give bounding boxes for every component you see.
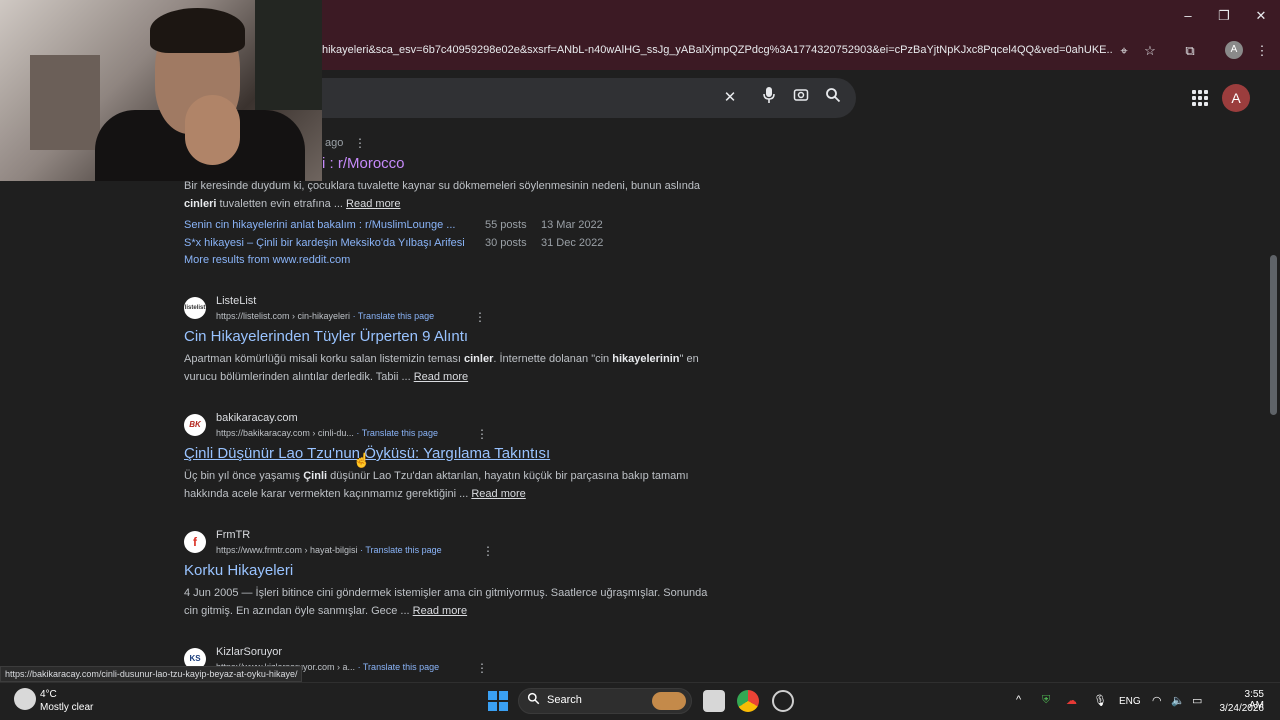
account-avatar[interactable]: A bbox=[1222, 84, 1250, 112]
result-title[interactable]: Cin Hikayelerinden Tüyler Ürperten 9 Alı… bbox=[184, 328, 468, 345]
bookmark-star-icon[interactable]: ☆ bbox=[1141, 42, 1159, 60]
translate-link[interactable]: · Translate this page bbox=[358, 662, 440, 672]
frmtr-favicon-icon: f bbox=[184, 531, 206, 553]
result-url-text: https://www.frmtr.com › hayat-bilgisi bbox=[216, 545, 358, 555]
result-title[interactable]: Korku Hikayeleri bbox=[184, 562, 293, 579]
security-tray-icon[interactable]: ⛨ bbox=[1042, 694, 1050, 707]
read-more-link[interactable]: Read more bbox=[346, 198, 400, 210]
result-options-icon[interactable]: ⋮ bbox=[354, 136, 366, 150]
address-url[interactable]: hikayeleri&sca_esv=6b7c40959298e02e&sxsr… bbox=[322, 44, 1112, 56]
result-options-icon[interactable]: ⋮ bbox=[476, 427, 488, 441]
read-more-link[interactable]: Read more bbox=[413, 605, 467, 617]
result-site-name[interactable]: FrmTR bbox=[216, 529, 250, 541]
clear-search-icon[interactable]: ✕ bbox=[719, 87, 741, 109]
location-icon[interactable]: ⌖ bbox=[1115, 42, 1133, 60]
cloud-tray-icon[interactable]: ☁ bbox=[1066, 694, 1077, 707]
more-results-link[interactable]: More results from www.reddit.com bbox=[184, 254, 350, 266]
bakikaracay-favicon-icon: BK bbox=[184, 414, 206, 436]
file-explorer-icon[interactable] bbox=[703, 690, 725, 712]
result-meta: ago bbox=[325, 137, 344, 149]
listelist-favicon-icon: listelist bbox=[184, 297, 206, 319]
result-title[interactable]: i : r/Morocco bbox=[322, 155, 405, 172]
restore-icon[interactable]: ❐ bbox=[1216, 8, 1232, 24]
result-site-name[interactable]: ListeList bbox=[216, 295, 256, 307]
sublink-posts: 55 posts bbox=[485, 219, 527, 231]
close-window-icon[interactable]: ✕ bbox=[1253, 8, 1269, 24]
voice-search-icon[interactable] bbox=[758, 86, 780, 108]
scrollbar-thumb[interactable] bbox=[1270, 255, 1277, 415]
battery-icon[interactable]: ▭ bbox=[1192, 694, 1202, 707]
weather-temperature[interactable]: 4°C bbox=[40, 689, 57, 700]
result-snippet: Bir keresinde duydum ki, çocuklara tuval… bbox=[184, 177, 724, 213]
minimize-icon[interactable]: – bbox=[1180, 8, 1196, 24]
sublink-muslimlounge[interactable]: Senin cin hikayelerini anlat bakalım : r… bbox=[184, 219, 455, 231]
search-highlight-icon bbox=[652, 692, 686, 710]
result-options-icon[interactable]: ⋮ bbox=[474, 310, 486, 324]
taskbar-search-icon bbox=[527, 692, 540, 708]
clock-date[interactable]: 3/24/2026 bbox=[1212, 703, 1265, 714]
result-snippet: Üç bin yıl önce yaşamış Çinli düşünür La… bbox=[184, 467, 724, 503]
obs-recording-icon[interactable] bbox=[772, 690, 794, 712]
browser-menu-icon[interactable]: ⋮ bbox=[1253, 42, 1271, 60]
windows-start-icon[interactable] bbox=[488, 691, 508, 711]
read-more-link[interactable]: Read more bbox=[414, 371, 468, 383]
chrome-icon[interactable] bbox=[737, 690, 759, 712]
read-more-link[interactable]: Read more bbox=[471, 488, 525, 500]
show-hidden-icons-icon[interactable]: ^ bbox=[1016, 694, 1021, 706]
result-site-name[interactable]: KizlarSoruyor bbox=[216, 646, 282, 658]
sublink-date: 31 Dec 2022 bbox=[541, 237, 604, 249]
weather-moon-icon[interactable] bbox=[14, 688, 36, 710]
snippet-text: Bir keresinde duydum ki, çocuklara tuval… bbox=[184, 180, 701, 210]
weather-description[interactable]: Mostly clear bbox=[40, 702, 93, 713]
result-url-text: https://bakikaracay.com › cinli-du... bbox=[216, 428, 354, 438]
translate-link[interactable]: · Translate this page bbox=[356, 428, 438, 438]
result-url-text: https://listelist.com › cin-hikayeleri bbox=[216, 311, 351, 321]
status-bar-url: https://bakikaracay.com/cinli-dusunur-la… bbox=[0, 666, 303, 682]
language-indicator[interactable]: ENG bbox=[1119, 696, 1141, 707]
image-search-icon[interactable] bbox=[790, 87, 812, 109]
browser-profile-avatar[interactable]: A bbox=[1225, 41, 1243, 59]
snippet-text: Üç bin yıl önce yaşamış Çinli düşünür La… bbox=[184, 470, 689, 500]
result-url[interactable]: https://listelist.com › cin-hikayeleri ·… bbox=[216, 311, 434, 321]
result-options-icon[interactable]: ⋮ bbox=[482, 544, 494, 558]
webcam-overlay bbox=[0, 0, 322, 181]
sublink-date: 13 Mar 2022 bbox=[541, 219, 603, 231]
result-snippet: Apartman kömürlüğü misali korku salan li… bbox=[184, 350, 724, 386]
result-snippet: 4 Jun 2005 — İşleri bitince cini gönderm… bbox=[184, 584, 724, 620]
result-site-name[interactable]: bakikaracay.com bbox=[216, 412, 298, 424]
extensions-icon[interactable]: ⧉ bbox=[1181, 42, 1199, 60]
microphone-tray-icon[interactable]: 🎙 bbox=[1093, 694, 1107, 707]
taskbar-search-label: Search bbox=[547, 694, 582, 706]
sublink-yilbasi[interactable]: S*x hikayesi – Çinli bir kardeşin Meksik… bbox=[184, 237, 465, 249]
google-apps-icon[interactable] bbox=[1190, 88, 1210, 108]
result-options-icon[interactable]: ⋮ bbox=[476, 661, 488, 675]
sublink-posts: 30 posts bbox=[485, 237, 527, 249]
hand-cursor-icon: ☝ bbox=[353, 452, 371, 468]
search-icon[interactable] bbox=[822, 87, 844, 109]
wifi-icon[interactable]: ◠ bbox=[1152, 694, 1162, 707]
result-url[interactable]: https://bakikaracay.com › cinli-du... · … bbox=[216, 428, 438, 438]
result-url[interactable]: https://www.frmtr.com › hayat-bilgisi · … bbox=[216, 545, 442, 555]
translate-link[interactable]: · Translate this page bbox=[353, 311, 435, 321]
volume-icon[interactable]: 🔈 bbox=[1171, 694, 1185, 707]
translate-link[interactable]: · Translate this page bbox=[360, 545, 442, 555]
